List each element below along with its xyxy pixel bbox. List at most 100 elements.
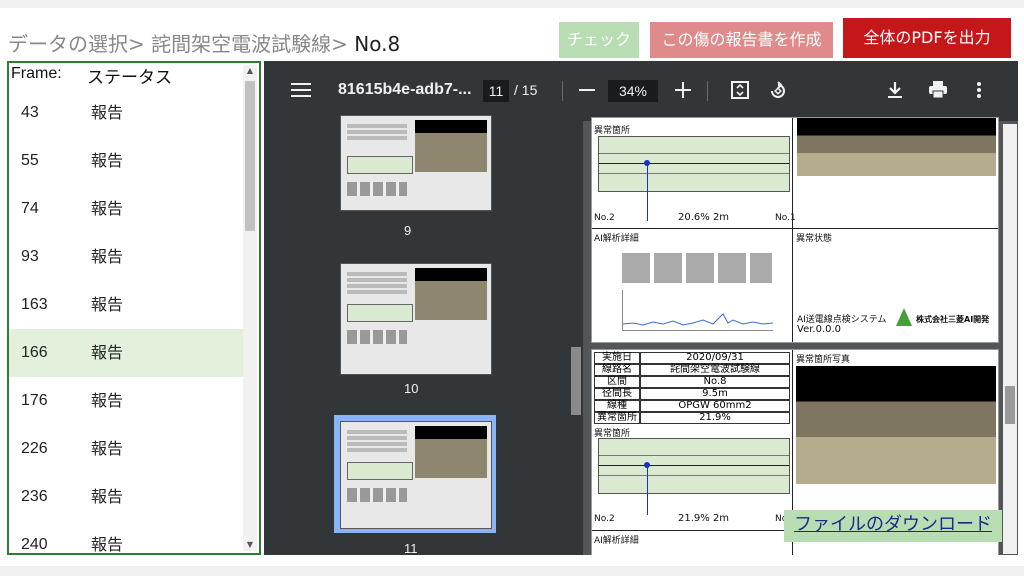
rotate-icon[interactable] [768,81,788,104]
company-name: 株式会社三菱AI開発 [916,315,990,324]
span-left: No.2 [594,213,615,223]
frame-row[interactable]: 74 報告 [9,185,243,233]
fit-page-icon[interactable] [730,81,750,102]
ai-analysis-label: AI解析詳細 [594,234,639,244]
thumbnail-scrollbar[interactable] [569,121,583,555]
thumbnail-number: 9 [404,223,412,238]
scrollbar-thumb[interactable] [245,81,255,231]
breadcrumb: データの選択> 詫間架空電波試験線> No.8 [8,28,400,57]
pdf-page: 異常箇所 No.2 20.6% 2m No.1 AI解析詳細 異常状態 AI送電… [591,117,999,343]
frame-number: 240 [21,536,48,553]
thumbnail-pane: 9 10 11 [264,115,569,555]
analysis-images [622,253,772,283]
frame-row[interactable]: 163 報告 [9,281,243,329]
page-scrollbar[interactable] [1003,124,1017,554]
check-button[interactable]: チェック [559,22,639,58]
print-icon[interactable] [928,81,948,102]
frame-row[interactable]: 236 報告 [9,473,243,521]
file-download-link[interactable]: ファイルのダウンロード [784,510,1002,542]
frame-row[interactable]: 55 報告 [9,137,243,185]
report-field-label: 線路名 [594,364,640,376]
company-logo-icon [896,308,912,326]
frame-number: 74 [21,200,39,217]
frame-list-scrollbar[interactable]: ▲ ▼ [243,65,257,551]
report-field-value: OPGW 60mm2 [640,400,790,412]
breadcrumb-sep: > [128,32,152,56]
span-left: No.2 [594,514,615,524]
wire-diagram [598,136,790,221]
breadcrumb-item[interactable]: 詫間架空電波試験線 [151,32,331,56]
span-position: 21.9% 2m [678,513,730,524]
anomaly-label: 異常箇所 [594,126,631,136]
more-icon[interactable] [972,81,986,102]
frame-number: 55 [21,152,39,169]
breadcrumb-item[interactable]: データの選択 [8,32,128,56]
report-field-label: 区間 [594,376,640,388]
frame-number: 163 [21,296,48,313]
thumbnail-page-current[interactable] [340,421,492,529]
menu-icon[interactable] [290,81,312,102]
anomaly-photo [796,366,996,484]
frame-row[interactable]: 43 報告 [9,89,243,137]
frame-status: 報告 [91,535,124,554]
frame-status: 報告 [91,391,124,410]
frame-number: 93 [21,248,39,265]
frame-status: 報告 [91,151,124,170]
frame-rows: 43 報告 55 報告 74 報告 93 報告 163 報告 166 報告 176 報告 226 報告 236 報… [9,89,243,554]
report-field-label: 異常箇所 [594,412,640,424]
frame-row[interactable]: 166 報告 [9,329,243,377]
inspection-photo [797,118,996,176]
frame-row[interactable]: 240 報告 [9,521,243,554]
download-icon[interactable] [886,81,904,102]
header-status: ステータス [87,68,172,88]
pdf-title: 81615b4e-adb7-... [338,81,472,98]
wire-diagram [598,438,790,515]
span-position: 20.6% 2m [678,212,730,223]
scrollbar-thumb[interactable] [1005,386,1015,424]
frame-number: 236 [21,488,48,505]
pdf-toolbar: 81615b4e-adb7-... 11 / 15 34% [264,61,1018,121]
frame-number: 176 [21,392,48,409]
report-field-label: 線種 [594,400,640,412]
frame-status: 報告 [91,439,124,458]
report-field-value: 2020/09/31 [640,352,790,364]
export-pdf-button[interactable]: 全体のPDFを出力 [843,18,1011,58]
breadcrumb-sep: > [331,32,355,56]
thumbnail-page[interactable] [340,263,492,375]
header-frame: Frame: [11,65,62,82]
report-field-value: 詫間架空電波試験線 [640,364,790,376]
frame-number: 166 [21,344,48,361]
minus-icon[interactable] [578,81,596,101]
thumbnail-number: 11 [404,541,418,555]
frame-row[interactable]: 93 報告 [9,233,243,281]
frame-status: 報告 [91,487,124,506]
thumbnail-number: 10 [404,381,419,396]
ai-analysis-label: AI解析詳細 [594,536,639,546]
frame-status: 報告 [91,295,124,314]
pdf-viewer: 81615b4e-adb7-... 11 / 15 34% 9 10 11 異常… [264,61,1018,555]
report-field-label: 実施日 [594,352,640,364]
frame-status: 報告 [91,199,124,218]
breadcrumb-current: No.8 [354,32,401,56]
bottom-band [0,566,1024,576]
thumbnail-page[interactable] [340,115,492,211]
frame-status: 報告 [91,103,124,122]
page-total: / 15 [514,82,538,98]
create-report-button[interactable]: この傷の報告書を作成 [650,22,833,58]
top-band [0,0,1024,8]
scroll-up-icon[interactable]: ▲ [243,65,257,77]
scroll-down-icon[interactable]: ▼ [243,539,257,551]
page-number-input[interactable]: 11 [483,80,509,102]
toolbar-divider [562,81,563,101]
photo-label: 異常箇所写真 [796,355,851,365]
frame-number: 43 [21,104,39,121]
frame-status: 報告 [91,247,124,266]
frame-list: Frame: ステータス 43 報告 55 報告 74 報告 93 報告 163 報告 166 報告 1… [7,61,261,555]
anomaly-state-label: 異常状態 [796,234,833,244]
analysis-graph [622,290,774,331]
plus-icon[interactable] [674,81,692,101]
zoom-input[interactable]: 34% [608,80,658,102]
frame-status: 報告 [91,343,124,362]
frame-row[interactable]: 176 報告 [9,377,243,425]
frame-row[interactable]: 226 報告 [9,425,243,473]
